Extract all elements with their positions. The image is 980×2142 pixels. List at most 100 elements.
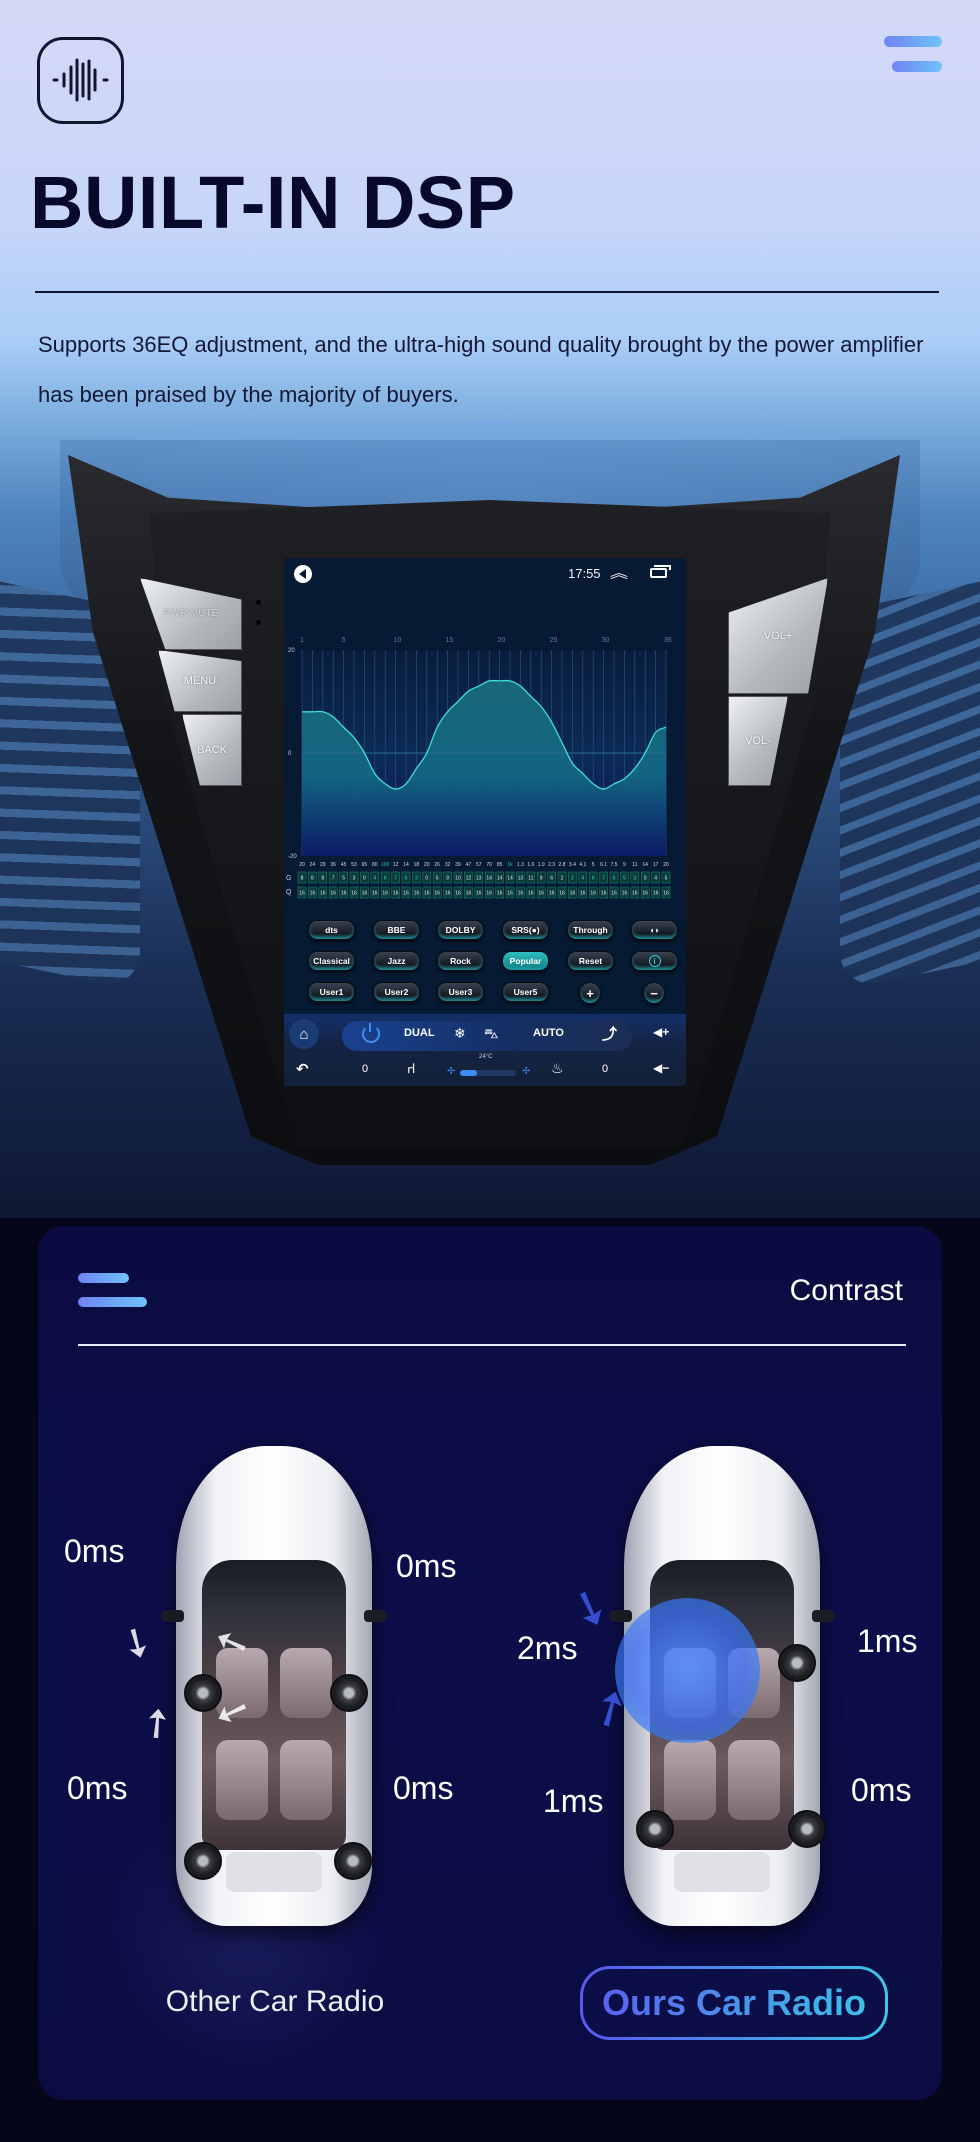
back-icon[interactable]: ↶ xyxy=(296,1060,309,1078)
dts-logo: dts xyxy=(325,925,338,935)
gain-value: 3 xyxy=(633,876,636,882)
eq-frequency-label: 6.1 xyxy=(600,862,607,868)
ours-car-radio-button[interactable]: Ours Car Radio xyxy=(580,1966,888,2040)
eq-button-popular[interactable]: Popular xyxy=(502,951,549,971)
gain-value: 13 xyxy=(476,876,482,882)
eq-button-[interactable]: + xyxy=(579,982,601,1004)
eq-band-index: 30 xyxy=(602,637,610,644)
q-value: 16 xyxy=(611,891,617,897)
q-value: 16 xyxy=(330,891,336,897)
volume-up-icon[interactable]: ◀+ xyxy=(653,1025,669,1039)
fan-low-icon[interactable]: ✢ xyxy=(447,1066,455,1077)
fan-high-icon[interactable]: ✢ xyxy=(522,1066,530,1077)
eq-band-index: 15 xyxy=(446,637,454,644)
head-unit-screen: 17:55 ︽ 20 0 -20 1 5 10 15 20 25 30 36 20 24 29 36 45 53… xyxy=(284,558,686,1086)
eq-frequency-label: 17 xyxy=(653,862,659,868)
gain-value: 0 xyxy=(363,876,366,882)
seat-icon[interactable]: ⑁ xyxy=(407,1060,415,1076)
fan-speed-slider[interactable] xyxy=(460,1070,516,1076)
q-value: 16 xyxy=(382,891,388,897)
eq-frequency-label: 45 xyxy=(341,862,347,868)
dolby-logo: DOLBY xyxy=(445,925,476,935)
gain-value: 2 xyxy=(561,876,564,882)
q-value: 16 xyxy=(580,891,586,897)
eq-button-user5[interactable]: User5 xyxy=(502,982,549,1002)
speaker-front-right xyxy=(778,1644,816,1682)
eq-band-index: 36 xyxy=(664,637,672,644)
eq-frequency-label: 36 xyxy=(330,862,336,868)
eq-frequency-label: 85 xyxy=(497,862,503,868)
snowflake-icon[interactable]: ❄ xyxy=(454,1025,466,1042)
eq-button-srs[interactable]: SRS(●) xyxy=(502,920,549,940)
eq-frequency-label: 5 xyxy=(592,862,595,868)
eq-frequency-label: 1.3 xyxy=(517,862,524,868)
q-value: 16 xyxy=(424,891,430,897)
gain-value: 14 xyxy=(507,876,513,882)
dual-button[interactable]: DUAL xyxy=(404,1027,435,1039)
q-value: 16 xyxy=(549,891,555,897)
eq-frequency-label: 2.8 xyxy=(559,862,566,868)
recirculation-icon[interactable]: ⛍ xyxy=(484,1025,498,1044)
delay-rear-left: 1ms xyxy=(543,1783,604,1819)
q-value: 16 xyxy=(393,891,399,897)
eq-button-dolby[interactable]: DOLBY xyxy=(437,920,484,940)
seat-heat-icon[interactable]: ♨ xyxy=(551,1060,564,1077)
eq-frequency-label: 4.1 xyxy=(579,862,586,868)
eq-chart[interactable]: 200-201 5 10 15 20 25 30 3620 24 29 36 45 53 65 80 100 1… xyxy=(284,558,686,918)
sound-focus-wave xyxy=(615,1598,760,1743)
eq-button-jazz[interactable]: Jazz xyxy=(373,951,420,971)
eq-frequency-label: 47 xyxy=(466,862,472,868)
sound-wave-icon xyxy=(37,37,124,124)
eq-button-through[interactable]: Through xyxy=(567,920,614,940)
eq-y-tick: 20 xyxy=(288,648,295,654)
eq-button-label: Through xyxy=(573,925,608,935)
gain-value: 8 xyxy=(301,876,304,882)
eq-frequency-label: 7.5 xyxy=(611,862,618,868)
eq-frequency-label: 1k xyxy=(507,862,513,868)
delay-front-right: 1ms xyxy=(857,1623,918,1659)
volume-down-icon[interactable]: ◀− xyxy=(653,1061,669,1075)
speaker-front-right xyxy=(330,1674,368,1712)
q-value: 16 xyxy=(528,891,534,897)
eq-frequency-label: 18 xyxy=(414,862,420,868)
q-value: 16 xyxy=(455,891,461,897)
eq-frequency-label: 70 xyxy=(486,862,492,868)
eq-band-index: 1 xyxy=(300,637,304,644)
eq-button-user2[interactable]: User2 xyxy=(373,982,420,1002)
eq-button-rock[interactable]: Rock xyxy=(437,951,484,971)
eq-button-[interactable]: − xyxy=(643,982,665,1004)
eq-button-classical[interactable]: Classical xyxy=(308,951,355,971)
gain-value: 6 xyxy=(384,876,387,882)
eq-button-bbe[interactable]: BBE xyxy=(373,920,420,940)
eq-button-label: Rock xyxy=(450,956,471,966)
menu-bar-bottom xyxy=(78,1297,147,1307)
auto-button[interactable]: AUTO xyxy=(533,1027,564,1039)
right-seat-value: 0 xyxy=(602,1063,609,1075)
eq-frequency-label: 20 xyxy=(424,862,430,868)
car-seat xyxy=(664,1740,716,1820)
gain-value: 10 xyxy=(455,876,461,882)
eq-frequency-label: 12 xyxy=(393,862,399,868)
power-icon[interactable] xyxy=(362,1023,380,1043)
hamburger-menu-icon[interactable] xyxy=(78,1273,148,1307)
eq-button-reset[interactable]: Reset xyxy=(567,951,614,971)
eq-button-i[interactable]: i xyxy=(631,951,678,971)
eq-button-[interactable]: ◖◗ xyxy=(631,920,678,940)
airflow-direction-icon[interactable]: ⤴ xyxy=(602,1023,617,1044)
title-divider xyxy=(35,291,939,293)
eq-button-dts[interactable]: dts xyxy=(308,920,355,940)
eq-button-user3[interactable]: User3 xyxy=(437,982,484,1002)
gain-value: 3 xyxy=(353,876,356,882)
q-value: 16 xyxy=(538,891,544,897)
hamburger-menu-icon[interactable] xyxy=(880,36,942,72)
gain-value: 14 xyxy=(497,876,503,882)
eq-button-user1[interactable]: User1 xyxy=(308,982,355,1002)
fan-speed-fill xyxy=(460,1070,477,1076)
left-seat-value: 0 xyxy=(362,1063,369,1075)
home-icon[interactable]: ⌂ xyxy=(289,1019,319,1049)
gain-value: 8 xyxy=(311,876,314,882)
speaker-rear-right xyxy=(334,1842,372,1880)
gain-value: 6 xyxy=(613,876,616,882)
q-value: 16 xyxy=(653,891,659,897)
eq-band-index: 10 xyxy=(394,637,402,644)
